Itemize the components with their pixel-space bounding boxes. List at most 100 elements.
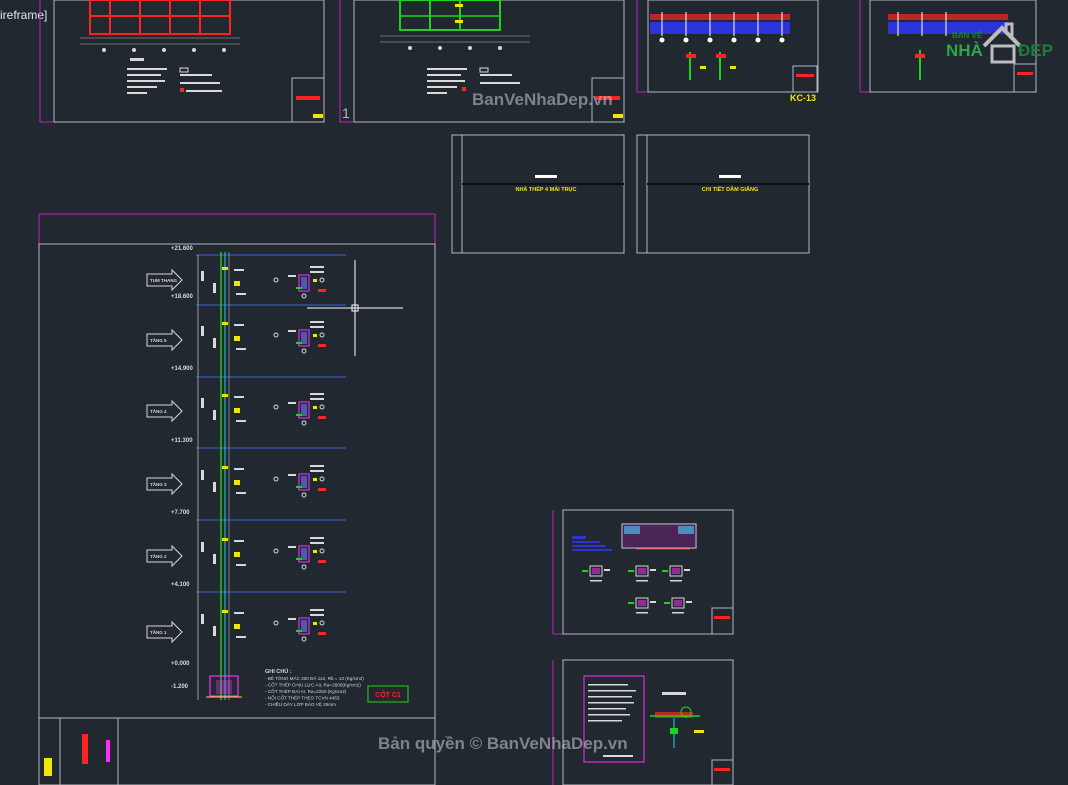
rebar-tag <box>313 550 317 553</box>
grid-bubble <box>319 404 325 410</box>
watermark-bottom: Bản quyền © BanVeNhaDep.vn <box>378 734 628 753</box>
annotation-text <box>234 324 244 326</box>
detail-rebar <box>662 570 668 572</box>
annotation-text <box>310 398 324 400</box>
note-line: - NỐI CỐT THÉP THEO TCVN 4453 <box>265 695 340 701</box>
floor-label: TẦNG 5 <box>150 337 167 343</box>
annotation-text <box>236 420 246 422</box>
dim-text <box>213 283 216 293</box>
floor-label: TẦNG 4 <box>150 408 167 414</box>
detail-fill <box>674 600 682 606</box>
rebar-tag <box>296 287 302 289</box>
annotation-text <box>310 393 324 395</box>
rebar-tag <box>313 406 317 409</box>
rebar-tag <box>313 622 317 625</box>
sheet-column-c1: TUM THANGTẦNG 5TẦNG 4TẦNG 3TẦNG 2TẦNG 1 … <box>38 213 436 785</box>
grid-bubble <box>301 293 307 299</box>
annotation-text <box>310 271 324 273</box>
annotation-text <box>310 266 324 268</box>
rebar-tag <box>318 344 326 347</box>
annotation-text <box>234 612 244 614</box>
grid-bubble <box>301 564 307 570</box>
dim-text <box>201 542 204 552</box>
sheet-title-b: CHI TIẾT DẦM GIẰNG <box>636 134 810 254</box>
house-logo-icon: BẢN VẼ NHÀ ĐẸP <box>946 22 1053 64</box>
dim-text <box>213 482 216 492</box>
kc13-label: KC-13 <box>790 93 816 103</box>
sheet-detail-a <box>552 509 734 635</box>
watermark-top: BanVeNhaDep.vn <box>472 90 613 109</box>
rebar-tag <box>234 552 240 557</box>
logo-small-text: BẢN VẼ <box>952 31 983 40</box>
detail-fill <box>638 600 646 606</box>
detail-text <box>686 601 692 603</box>
annotation-text <box>288 330 296 332</box>
rebar-tag <box>234 281 240 286</box>
dim-text <box>213 626 216 636</box>
cad-canvas[interactable]: ireframe] 1 KC-13 NHÀ THÉP 4 MÁI TRỤC CH… <box>0 0 1068 785</box>
grid-bubble <box>301 492 307 498</box>
note-line: - CỐT THÉP ĐAI AI, Ra=2250 (Kg/cm2) <box>265 688 347 694</box>
dim-text <box>201 271 204 281</box>
grid-bubble <box>273 404 279 410</box>
dim-text <box>201 326 204 336</box>
column-mark <box>222 394 228 397</box>
column-mark <box>222 610 228 613</box>
dim-text <box>213 554 216 564</box>
elevation-label: +7.700 <box>171 510 190 516</box>
floor-label: TẦNG 3 <box>150 481 167 487</box>
detail-caption <box>670 580 682 582</box>
logo-big-b: ĐẸP <box>1018 41 1053 60</box>
grid-bubble <box>273 476 279 482</box>
sheet-detail-b <box>552 659 734 785</box>
sheet-kc13: KC-13 <box>636 0 819 103</box>
elevation-label: -1.200 <box>171 684 189 690</box>
column-mark <box>222 267 228 270</box>
grid-bubble <box>273 277 279 283</box>
drawing-area[interactable]: 1 KC-13 NHÀ THÉP 4 MÁI TRỤC CHI TIẾT DẦM… <box>0 0 1068 785</box>
annotation-text <box>310 470 324 472</box>
grid-bubble <box>301 636 307 642</box>
detail-caption <box>590 580 602 582</box>
title-b-text: CHI TIẾT DẦM GIẰNG <box>702 185 759 193</box>
annotation-text <box>288 546 296 548</box>
floor-label: TẦNG 1 <box>150 629 167 635</box>
elevation-label: +18.600 <box>171 294 194 300</box>
rebar-tag <box>234 624 240 629</box>
rebar-tag <box>318 488 326 491</box>
detail-rebar <box>628 602 634 604</box>
rebar-tag <box>296 630 302 632</box>
annotation-text <box>288 618 296 620</box>
annotation-text <box>236 348 246 350</box>
note-line: - CỐT THÉP CHỊU LỰC AII, Ra=2800(Kg/cm2) <box>265 682 361 688</box>
elevation-label: +14.900 <box>171 366 194 372</box>
detail-caption <box>672 612 684 614</box>
rebar-tag <box>313 334 317 337</box>
grid-bubble <box>273 620 279 626</box>
dim-text <box>201 470 204 480</box>
annotation-text <box>236 636 246 638</box>
annotation-text <box>310 609 324 611</box>
grid-bubble <box>319 332 325 338</box>
annotation-text <box>234 468 244 470</box>
column-mark <box>222 466 228 469</box>
detail-caption <box>636 612 648 614</box>
floor-label: TUM THANG <box>150 278 177 283</box>
note-line: - BÊ TÔNG MÁC 300 ĐÁ 1x2, Rb = 13 (Kg/cm… <box>265 674 364 681</box>
annotation-text <box>288 275 296 277</box>
annotation-text <box>236 492 246 494</box>
detail-text <box>684 569 690 571</box>
dim-text <box>201 614 204 624</box>
title-a-text: NHÀ THÉP 4 MÁI TRỤC <box>515 185 576 193</box>
annotation-text <box>310 537 324 539</box>
rebar-tag <box>296 342 302 344</box>
rebar-tag <box>313 478 317 481</box>
annotation-text <box>310 542 324 544</box>
logo-big-a: NHÀ <box>946 41 983 60</box>
crosshair-cursor[interactable] <box>307 260 403 356</box>
dim-text <box>201 398 204 408</box>
detail-rebar <box>628 570 634 572</box>
note-line: - CHIỀU DÀY LỚP BẢO VỆ 25mm <box>265 700 336 707</box>
grid-bubble <box>319 620 325 626</box>
grid-bubble <box>319 548 325 554</box>
